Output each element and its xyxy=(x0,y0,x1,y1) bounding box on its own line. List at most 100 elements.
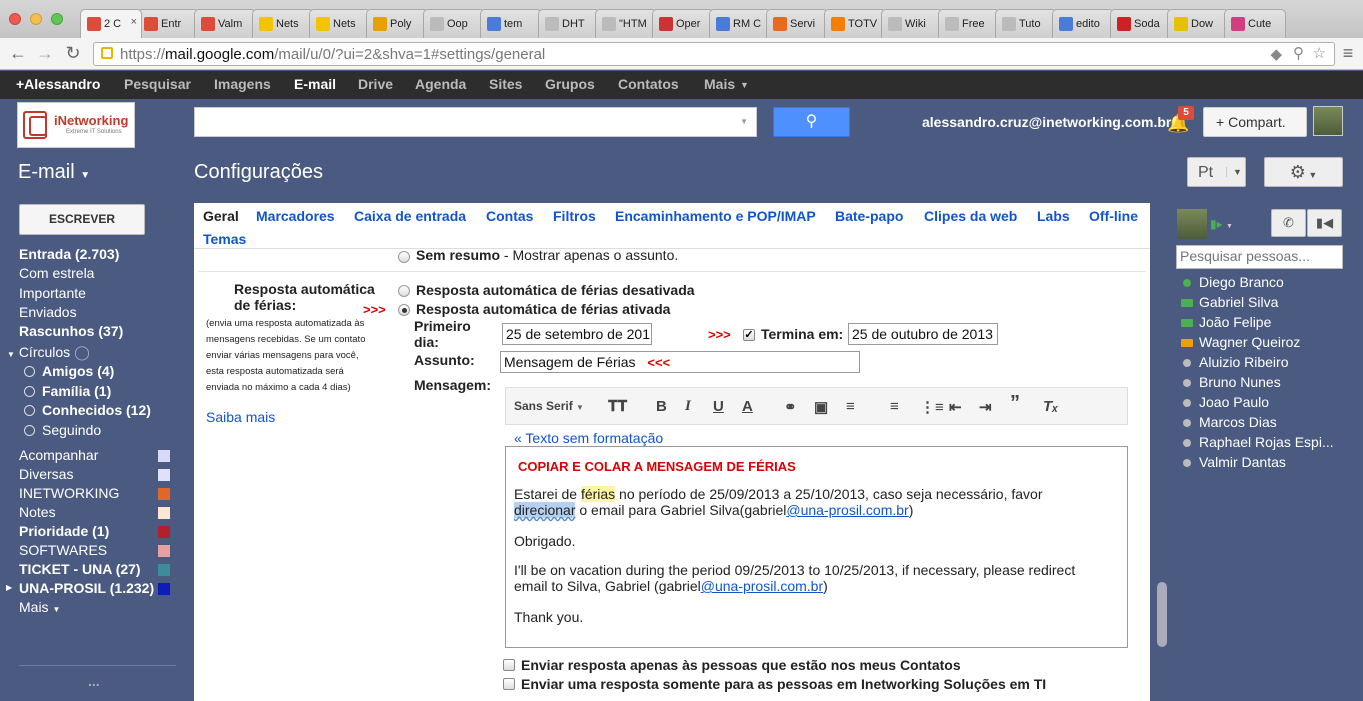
close-tab-icon[interactable]: × xyxy=(131,16,137,28)
avatar[interactable] xyxy=(1313,106,1343,136)
email-link[interactable]: @una-prosil.com.br xyxy=(701,578,823,594)
chat-contact[interactable]: Valmir Dantas xyxy=(1199,454,1286,470)
browser-tab[interactable]: Entr xyxy=(137,9,199,38)
label-color-swatch[interactable] xyxy=(158,526,170,538)
browser-tab[interactable]: Dow xyxy=(1167,9,1229,38)
gbar-item-drive[interactable]: Drive xyxy=(358,76,393,92)
back-button[interactable]: ← xyxy=(8,43,28,64)
contacts-only-checkbox[interactable] xyxy=(503,659,515,671)
browser-tab[interactable]: Cute xyxy=(1224,9,1286,38)
learn-more-link[interactable]: Saiba mais xyxy=(206,409,275,425)
settings-tab[interactable]: Off-line xyxy=(1089,208,1138,224)
text-color-icon[interactable]: A xyxy=(742,398,753,415)
sidebar-item[interactable]: Rascunhos (37) xyxy=(19,323,123,339)
vacation-off-radio[interactable] xyxy=(398,285,410,297)
ends-checkbox[interactable]: ✓ xyxy=(743,329,755,341)
label-color-swatch[interactable] xyxy=(158,583,170,595)
video-status-icon[interactable]: ▮▸ ▼ xyxy=(1210,217,1233,231)
domain-only-checkbox[interactable] xyxy=(503,678,515,690)
browser-tab[interactable]: Tuto xyxy=(995,9,1057,38)
bookmark-star-icon[interactable]: ☆ xyxy=(1313,44,1326,62)
sidebar-item[interactable]: Entrada (2.703) xyxy=(19,246,119,262)
gbar-item-sites[interactable]: Sites xyxy=(489,76,522,92)
gbar-item-images[interactable]: Imagens xyxy=(214,76,271,92)
browser-tab[interactable]: Soda xyxy=(1110,9,1172,38)
browser-tab[interactable]: Servi xyxy=(766,9,828,38)
sidebar-item[interactable]: Importante xyxy=(19,285,86,301)
app-switcher[interactable]: E-mail ▼ xyxy=(18,161,90,184)
gbar-item-groups[interactable]: Grupos xyxy=(545,76,595,92)
zoom-window-button[interactable] xyxy=(51,13,63,25)
indent-more-icon[interactable]: ⇥ xyxy=(979,398,992,416)
remove-format-icon[interactable]: Tₓ xyxy=(1043,398,1058,415)
chat-contact[interactable]: Marcos Dias xyxy=(1199,414,1277,430)
label-color-swatch[interactable] xyxy=(158,469,170,481)
forward-button[interactable]: → xyxy=(35,43,55,64)
bulleted-list-icon[interactable]: ⋮≡ xyxy=(920,398,944,416)
settings-tab[interactable]: Clipes da web xyxy=(924,208,1017,224)
image-icon[interactable]: ▣ xyxy=(814,398,828,416)
search-options-chevron-icon[interactable]: ▼ xyxy=(740,117,748,126)
sidebar-label-item[interactable]: TICKET - UNA (27) xyxy=(19,561,141,577)
sidebar-label-item[interactable]: Notes xyxy=(19,504,56,520)
people-search-input[interactable] xyxy=(1176,245,1343,269)
gbar-item-contacts[interactable]: Contatos xyxy=(618,76,679,92)
browser-tab[interactable]: Oop xyxy=(423,9,485,38)
expand-arrow-icon[interactable]: ▶ xyxy=(6,583,12,592)
first-day-field[interactable]: 25 de setembro de 201 xyxy=(502,323,652,345)
browser-tab[interactable]: TOTV xyxy=(824,9,886,38)
chat-avatar[interactable] xyxy=(1177,209,1207,239)
bold-icon[interactable]: B xyxy=(656,398,667,415)
chat-contact[interactable]: Joao Paulo xyxy=(1199,394,1269,410)
gbar-item-search[interactable]: Pesquisar xyxy=(124,76,191,92)
sidebar-label-item[interactable]: INETWORKING xyxy=(19,485,119,501)
vacation-on-radio[interactable] xyxy=(398,304,410,316)
sidebar-item[interactable]: Com estrela xyxy=(19,265,94,281)
browser-tab[interactable]: Nets xyxy=(309,9,371,38)
browser-tab[interactable]: Free xyxy=(938,9,1000,38)
sidebar-circle-item[interactable]: Seguindo xyxy=(42,422,101,438)
sidebar-circle-item[interactable]: Conhecidos (12) xyxy=(42,402,151,418)
minimize-window-button[interactable] xyxy=(30,13,42,25)
translate-icon[interactable]: ◆ xyxy=(1270,45,1282,63)
search-input[interactable]: ▼ xyxy=(194,107,757,137)
settings-tab[interactable]: Contas xyxy=(486,208,533,224)
label-color-swatch[interactable] xyxy=(158,488,170,500)
subject-field[interactable]: Mensagem de Férias <<< xyxy=(500,351,860,373)
label-color-swatch[interactable] xyxy=(158,507,170,519)
sidebar-circle-item[interactable]: Família (1) xyxy=(42,383,111,399)
browser-tab[interactable]: edito xyxy=(1052,9,1114,38)
message-editor[interactable]: COPIAR E COLAR A MENSAGEM DE FÉRIAS Esta… xyxy=(505,446,1128,648)
gbar-item-calendar[interactable]: Agenda xyxy=(415,76,466,92)
label-color-swatch[interactable] xyxy=(158,450,170,462)
notification-badge[interactable]: 5 xyxy=(1178,106,1194,120)
underline-icon[interactable]: U xyxy=(713,398,724,415)
menu-icon[interactable]: ≡ xyxy=(1338,43,1358,64)
settings-tab[interactable]: Temas xyxy=(203,231,246,247)
sidebar-circle-item[interactable]: Amigos (4) xyxy=(42,363,114,379)
call-button[interactable]: ✆ xyxy=(1271,209,1306,237)
people-search-field[interactable] xyxy=(1180,248,1339,264)
sidebar-item[interactable]: Enviados xyxy=(19,304,77,320)
close-window-button[interactable] xyxy=(9,13,21,25)
language-button[interactable]: Pt ▼ xyxy=(1187,157,1246,187)
chat-contact[interactable]: Wagner Queiroz xyxy=(1199,334,1300,350)
share-button[interactable]: + Compart. xyxy=(1203,107,1307,137)
sidebar-label-item[interactable]: UNA-PROSIL (1.232) xyxy=(19,580,154,596)
quote-icon[interactable]: ” xyxy=(1010,392,1020,415)
browser-tab[interactable]: "HTM xyxy=(595,9,657,38)
numbered-list-icon[interactable]: ≡ xyxy=(890,398,899,415)
video-call-button[interactable]: ▮◀ xyxy=(1307,209,1342,237)
sidebar-label-item[interactable]: Acompanhar xyxy=(19,447,98,463)
sidebar-circles[interactable]: ▼ Círculos ◯ xyxy=(7,344,90,361)
gbar-item-email[interactable]: E-mail xyxy=(294,76,336,92)
chat-contact[interactable]: Diego Branco xyxy=(1199,274,1284,290)
align-icon[interactable]: ≡ xyxy=(846,398,855,415)
browser-tab[interactable]: Valm xyxy=(194,9,256,38)
label-color-swatch[interactable] xyxy=(158,545,170,557)
settings-tab[interactable]: Geral xyxy=(203,208,239,224)
plain-text-link[interactable]: « Texto sem formatação xyxy=(514,430,663,446)
settings-tab[interactable]: Encaminhamento e POP/IMAP xyxy=(615,208,816,224)
italic-icon[interactable]: I xyxy=(685,398,691,415)
settings-tab[interactable]: Filtros xyxy=(553,208,596,224)
